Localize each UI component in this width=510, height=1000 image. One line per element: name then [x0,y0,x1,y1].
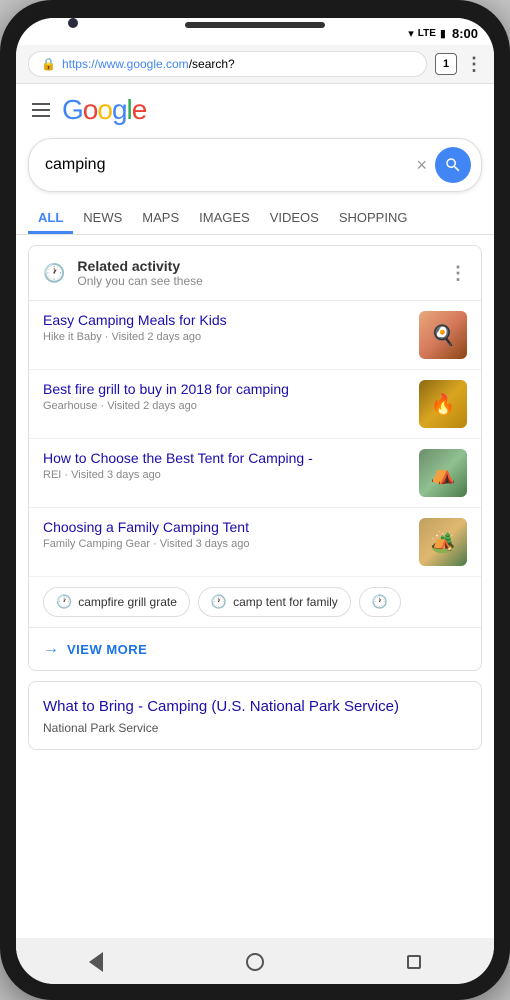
national-park-title[interactable]: What to Bring - Camping (U.S. National P… [43,696,467,717]
result-title[interactable]: Best fire grill to buy in 2018 for campi… [43,380,409,398]
result-meta: Family Camping Gear · Visited 3 days ago [43,538,409,550]
url-text: https://www.google.com/search? [62,57,235,71]
result-item: How to Choose the Best Tent for Camping … [29,439,481,508]
related-chip-more[interactable]: 🕐 [359,587,401,617]
battery-icon: ▮ [440,27,446,40]
national-park-result: What to Bring - Camping (U.S. National P… [28,681,482,750]
card-header: 🕐 Related activity Only you can see thes… [29,246,481,300]
hamburger-menu[interactable] [32,103,50,117]
result-item: Choosing a Family Camping Tent Family Ca… [29,508,481,577]
result-text: Best fire grill to buy in 2018 for campi… [43,380,409,412]
logo-g: G [62,94,83,125]
chip-label: campfire grill grate [78,595,177,609]
thumbnail-image: 🏕️ [419,518,467,566]
chip-clock-icon: 🕐 [372,594,388,610]
search-box[interactable]: camping × [28,138,482,192]
tab-maps[interactable]: MAPS [132,204,189,234]
tab-count-button[interactable]: 1 [435,53,457,75]
google-logo: Google [62,94,146,126]
result-meta: REI · Visited 3 days ago [43,469,409,481]
screen: ▾ LTE ▮ 8:00 🔒 https://www.google.com/se… [16,18,494,984]
lock-icon: 🔒 [41,57,56,71]
logo-o2: o [97,94,112,125]
home-button[interactable] [241,948,269,976]
related-chip-campfire[interactable]: 🕐 campfire grill grate [43,587,190,617]
google-header: Google [16,84,494,132]
result-item: Easy Camping Meals for Kids Hike it Baby… [29,301,481,370]
result-text: Choosing a Family Camping Tent Family Ca… [43,518,409,550]
result-thumbnail: ⛺ [419,449,467,497]
chip-clock-icon: 🕐 [56,594,72,610]
result-item: Best fire grill to buy in 2018 for campi… [29,370,481,439]
tab-news[interactable]: NEWS [73,204,132,234]
card-more-button[interactable]: ⋮ [449,263,467,284]
search-icon [444,156,462,174]
browser-bar: 🔒 https://www.google.com/search? 1 ⋮ [16,45,494,84]
main-content: Google camping × ALL NEWS MAPS IMAGES [16,84,494,938]
phone-frame: ▾ LTE ▮ 8:00 🔒 https://www.google.com/se… [0,0,510,1000]
result-text: How to Choose the Best Tent for Camping … [43,449,409,481]
result-thumbnail: 🍳 [419,311,467,359]
tab-shopping[interactable]: SHOPPING [329,204,418,234]
wifi-icon: ▾ [408,27,414,40]
result-thumbnail: 🏕️ [419,518,467,566]
lte-icon: LTE [418,28,436,39]
chip-label: camp tent for family [233,595,338,609]
back-icon [89,952,103,972]
chip-clock-icon: 🕐 [211,594,227,610]
card-title: Related activity [77,258,437,274]
back-button[interactable] [82,948,110,976]
view-more-label: VIEW MORE [67,642,147,657]
result-meta: Hike it Baby · Visited 2 days ago [43,331,409,343]
logo-e: e [132,94,147,125]
thumbnail-image: 🍳 [419,311,467,359]
navigation-bar [16,938,494,984]
search-query: camping [45,156,416,174]
tab-images[interactable]: IMAGES [189,204,260,234]
search-tabs: ALL NEWS MAPS IMAGES VIDEOS SHOPPING [16,198,494,235]
logo-o1: o [83,94,98,125]
result-title[interactable]: Easy Camping Meals for Kids [43,311,409,329]
home-icon [246,953,264,971]
url-bar[interactable]: 🔒 https://www.google.com/search? [28,51,427,77]
related-chip-tent[interactable]: 🕐 camp tent for family [198,587,351,617]
result-thumbnail: 🔥 [419,380,467,428]
result-meta: Gearhouse · Visited 2 days ago [43,400,409,412]
result-title[interactable]: Choosing a Family Camping Tent [43,518,409,536]
thumbnail-image: 🔥 [419,380,467,428]
time-display: 8:00 [452,26,478,41]
result-text: Easy Camping Meals for Kids Hike it Baby… [43,311,409,343]
related-activity-card: 🕐 Related activity Only you can see thes… [28,245,482,671]
national-park-source: National Park Service [43,721,467,735]
search-button[interactable] [435,147,471,183]
recents-icon [407,955,421,969]
view-more-button[interactable]: → VIEW MORE [29,627,481,670]
clock-icon: 🕐 [43,263,65,284]
clear-button[interactable]: × [416,155,427,176]
status-icons: ▾ LTE ▮ [408,27,446,40]
camera [68,18,78,28]
browser-more-button[interactable]: ⋮ [465,54,482,75]
result-title[interactable]: How to Choose the Best Tent for Camping … [43,449,409,467]
tab-all[interactable]: ALL [28,204,73,234]
status-bar: ▾ LTE ▮ 8:00 [16,18,494,45]
logo-g2: g [112,94,127,125]
thumbnail-image: ⛺ [419,449,467,497]
tab-videos[interactable]: VIDEOS [260,204,329,234]
card-header-text: Related activity Only you can see these [77,258,437,288]
arrow-right-icon: → [43,640,59,658]
card-subtitle: Only you can see these [77,274,437,288]
recents-button[interactable] [400,948,428,976]
related-searches: 🕐 campfire grill grate 🕐 camp tent for f… [29,577,481,627]
